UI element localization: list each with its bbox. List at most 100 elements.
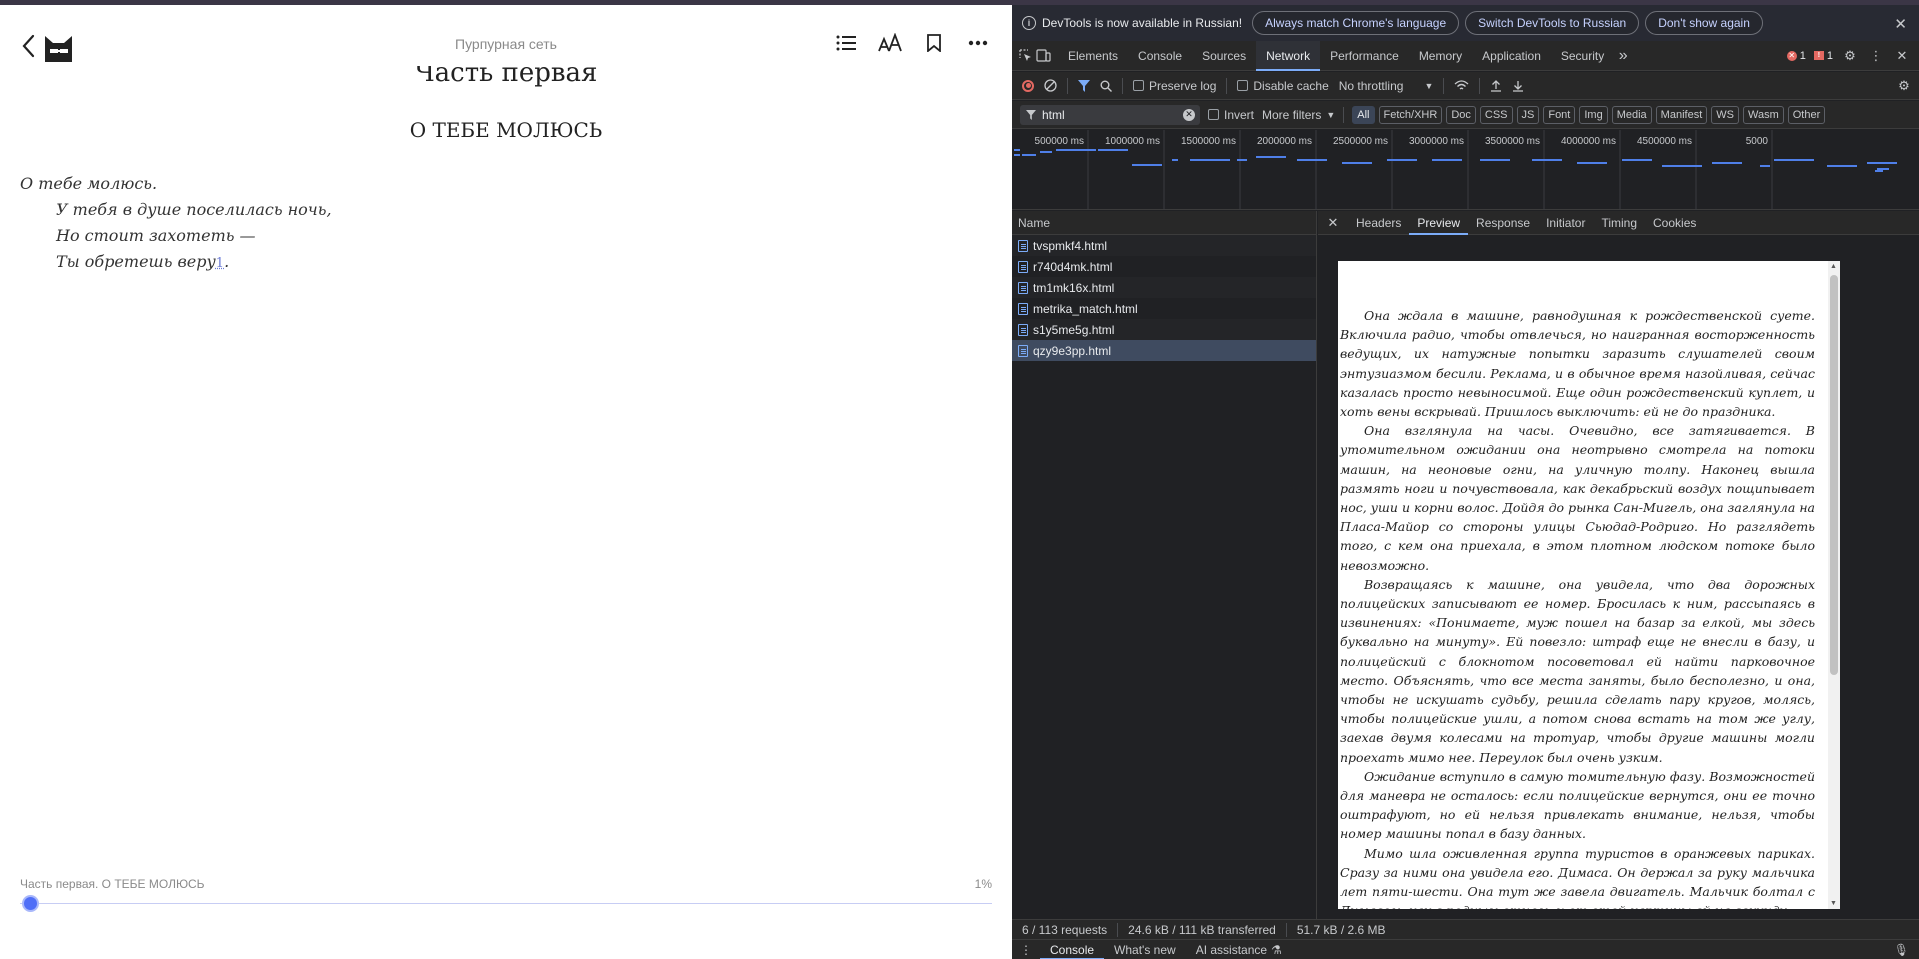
tab-elements[interactable]: Elements — [1058, 41, 1128, 71]
filter-chip-ws[interactable]: WS — [1711, 105, 1739, 124]
switch-language-button[interactable]: Switch DevTools to Russian — [1465, 11, 1640, 35]
part-heading: Часть первая — [414, 66, 598, 88]
detail-tab-cookies[interactable]: Cookies — [1645, 211, 1704, 235]
waterfall-bar — [1098, 149, 1128, 151]
waterfall-bar — [1760, 165, 1770, 167]
filter-chip-manifest[interactable]: Manifest — [1655, 105, 1708, 124]
network-split-view: Name tvspmkf4.html r740d4mk.html tm1mk16x.… — [1012, 211, 1919, 919]
more-tabs-icon[interactable]: » — [1614, 41, 1632, 71]
font-settings-button[interactable] — [878, 31, 902, 55]
microphone-icon[interactable]: 🎙 — [1894, 943, 1909, 957]
waterfall-bar — [1532, 159, 1562, 161]
filter-chip-css[interactable]: CSS — [1479, 105, 1513, 124]
waterfall-bar — [1056, 149, 1096, 151]
drawer-menu-icon[interactable]: ⋮ — [1012, 940, 1040, 959]
filter-chip-media[interactable]: Media — [1611, 105, 1652, 124]
filter-icon[interactable] — [1078, 79, 1090, 92]
network-settings-icon[interactable]: ⚙ — [1895, 71, 1913, 101]
preview-paragraph: Она ждала в машине, равнодушная к рождес… — [1340, 308, 1815, 420]
preserve-log-checkbox[interactable]: Preserve log — [1133, 79, 1216, 93]
tab-application[interactable]: Application — [1472, 41, 1551, 71]
issue-badge[interactable]: ! 1 — [1813, 50, 1833, 62]
filter-chip-other[interactable]: Other — [1787, 105, 1826, 124]
waterfall-bar — [1297, 159, 1327, 161]
kebab-menu-icon[interactable]: ⋮ — [1867, 41, 1885, 71]
request-row[interactable]: qzy9e3pp.html — [1012, 340, 1316, 361]
filter-input[interactable]: html ✕ — [1020, 104, 1200, 125]
device-toolbar-icon[interactable] — [1034, 41, 1052, 71]
request-row[interactable]: r740d4mk.html — [1012, 256, 1316, 277]
toc-button[interactable] — [834, 31, 858, 55]
tab-security[interactable]: Security — [1551, 41, 1614, 71]
upload-icon[interactable] — [1490, 79, 1502, 92]
filter-chip-all[interactable]: All — [1352, 105, 1375, 124]
close-devtools-icon[interactable]: ✕ — [1893, 41, 1911, 71]
inspect-icon[interactable] — [1016, 41, 1034, 71]
drawer-tab-ai-assistance[interactable]: AI assistance ⚗ — [1186, 940, 1292, 959]
search-icon[interactable] — [1100, 80, 1112, 92]
footnote-link[interactable]: 1 — [216, 256, 224, 271]
request-name: tm1mk16x.html — [1033, 280, 1115, 295]
request-row[interactable]: tvspmkf4.html — [1012, 235, 1316, 256]
filter-chip-js[interactable]: JS — [1516, 105, 1540, 124]
tab-performance[interactable]: Performance — [1320, 41, 1409, 71]
filter-chip-fetchxhr[interactable]: Fetch/XHR — [1378, 105, 1443, 124]
timeline-tick-label: 5000 — [1746, 136, 1769, 147]
request-row[interactable]: s1y5me5g.html — [1012, 319, 1316, 340]
match-language-button[interactable]: Always match Chrome's language — [1252, 11, 1460, 35]
waterfall-bar — [1014, 154, 1020, 156]
network-overview-timeline[interactable]: 500000 ms 1000000 ms 1500000 ms 2000000 ms 2… — [1012, 130, 1919, 210]
close-detail-icon[interactable]: ✕ — [1318, 215, 1348, 231]
detail-tab-headers[interactable]: Headers — [1348, 211, 1409, 235]
detail-tab-initiator[interactable]: Initiator — [1538, 211, 1593, 235]
detail-tab-timing[interactable]: Timing — [1593, 211, 1645, 235]
dont-show-again-button[interactable]: Don't show again — [1645, 11, 1763, 35]
error-badge[interactable]: ✕ 1 — [1786, 50, 1806, 62]
drawer-tab-whats-new[interactable]: What's new — [1104, 940, 1186, 959]
throttling-select[interactable]: No throttling ▼ — [1339, 79, 1434, 93]
preview-scrollbar[interactable]: ▲ ▼ — [1828, 261, 1840, 909]
name-column-header[interactable]: Name — [1012, 211, 1316, 235]
wifi-icon[interactable] — [1454, 79, 1469, 92]
close-icon[interactable]: ✕ — [1894, 15, 1907, 33]
filter-chip-doc[interactable]: Doc — [1446, 105, 1476, 124]
disable-cache-checkbox[interactable]: Disable cache — [1237, 79, 1329, 93]
tab-console[interactable]: Console — [1128, 41, 1192, 71]
scrollbar-thumb[interactable] — [1830, 275, 1838, 675]
chapter-heading: О ТЕБЕ МОЛЮСЬ — [409, 118, 603, 142]
waterfall-bar — [1432, 159, 1462, 161]
clear-icon[interactable] — [1044, 79, 1057, 92]
filter-chip-img[interactable]: Img — [1579, 105, 1608, 124]
tab-memory[interactable]: Memory — [1409, 41, 1472, 71]
request-row[interactable]: tm1mk16x.html — [1012, 277, 1316, 298]
more-filters-dropdown[interactable]: More filters ▼ — [1262, 108, 1335, 122]
download-icon[interactable] — [1512, 80, 1524, 92]
document-icon — [1018, 281, 1028, 294]
waterfall-bar — [1022, 154, 1036, 156]
waterfall-bar — [1342, 162, 1372, 164]
timeline-tick-label: 1500000 ms — [1181, 136, 1236, 147]
caret-down-icon: ▼ — [1424, 80, 1434, 91]
info-icon: i — [1022, 16, 1036, 30]
request-row[interactable]: metrika_match.html — [1012, 298, 1316, 319]
waterfall-bar — [1577, 162, 1607, 164]
filter-chip-wasm[interactable]: Wasm — [1742, 105, 1784, 124]
progress-slider-handle[interactable] — [21, 895, 39, 912]
drawer-tab-console[interactable]: Console — [1040, 940, 1105, 959]
tab-network[interactable]: Network — [1256, 40, 1321, 71]
chapter-progress-label: Часть первая. О ТЕБЕ МОЛЮСЬ — [20, 877, 205, 891]
tab-sources[interactable]: Sources — [1192, 41, 1256, 71]
progress-track[interactable] — [20, 903, 992, 904]
more-icon — [968, 40, 988, 46]
record-icon[interactable] — [1022, 79, 1034, 92]
detail-tab-preview[interactable]: Preview — [1409, 211, 1469, 235]
filter-chip-font[interactable]: Font — [1543, 105, 1576, 124]
panel-tabs: Elements Console Sources Network Performance… — [1058, 40, 1614, 71]
clear-filter-icon[interactable]: ✕ — [1183, 108, 1195, 121]
gear-icon[interactable]: ⚙ — [1841, 41, 1859, 71]
invert-checkbox[interactable]: Invert — [1208, 108, 1254, 122]
bookmark-button[interactable] — [922, 31, 946, 55]
detail-tab-response[interactable]: Response — [1468, 211, 1538, 235]
document-icon — [1018, 260, 1028, 273]
more-button[interactable] — [966, 31, 990, 55]
